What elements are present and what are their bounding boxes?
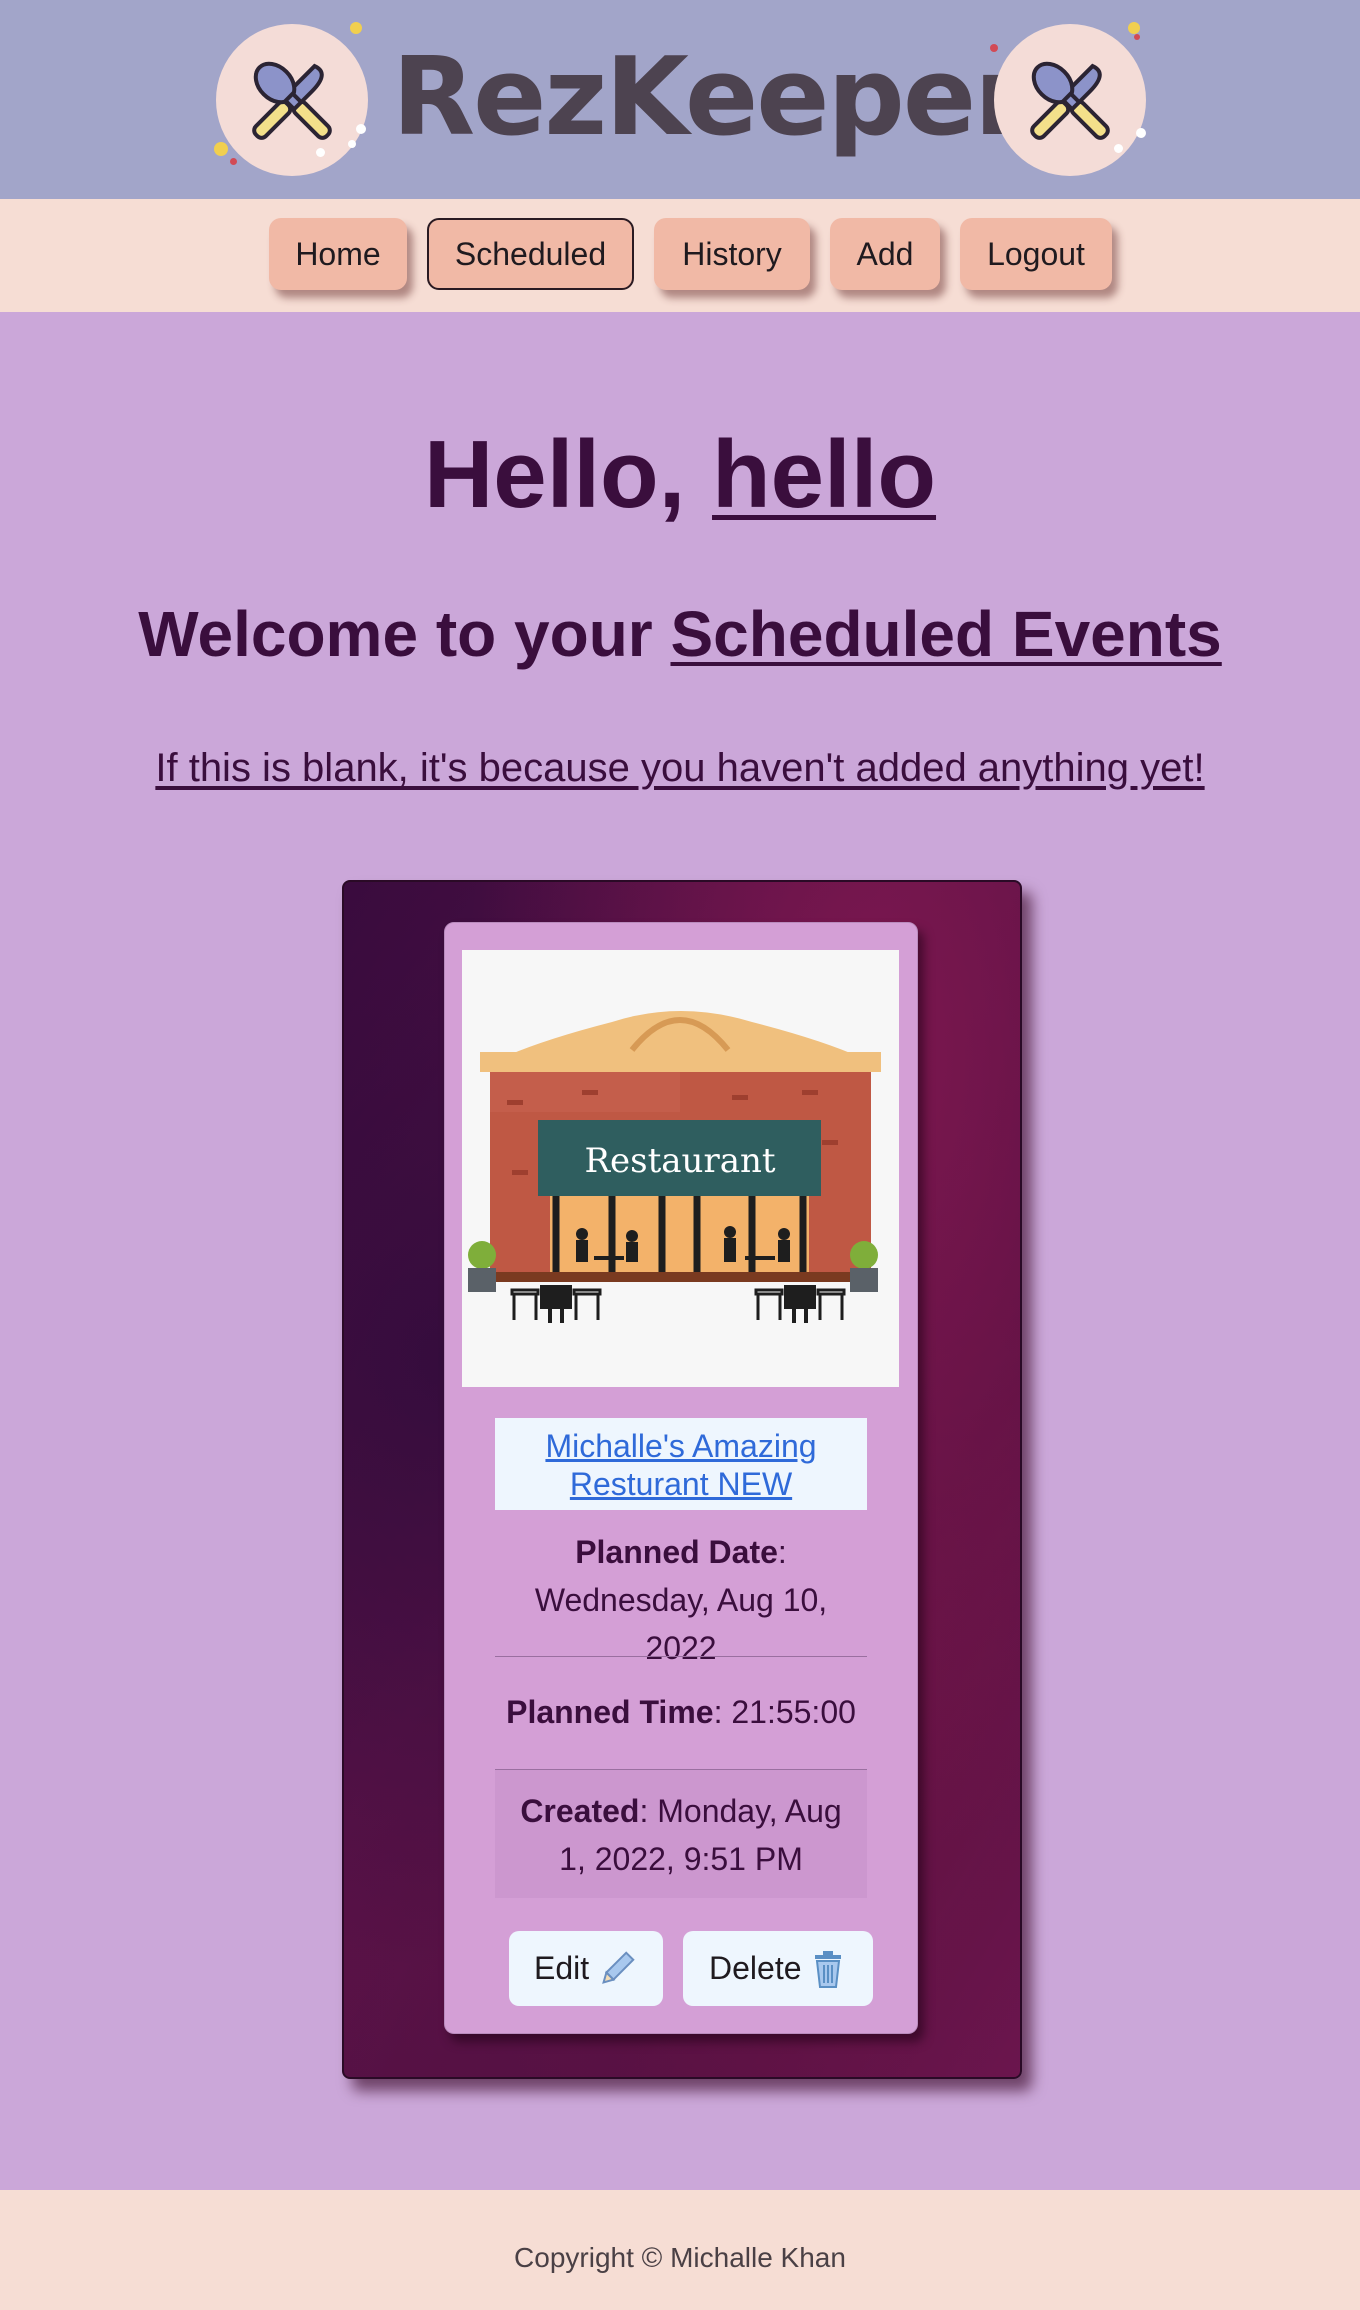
brand-title: RezKeeper <box>392 35 1027 160</box>
delete-button[interactable]: Delete <box>683 1931 873 2006</box>
crossed-knife-spoon-icon <box>252 61 332 140</box>
created-date: Created: Monday, Aug 1, 2022, 9:51 PM <box>520 1793 842 1877</box>
copyright-text: Copyright © Michalle Khan <box>514 2242 846 2273</box>
divider <box>495 1656 867 1657</box>
pencil-icon <box>602 1951 635 1984</box>
username: hello <box>712 421 937 528</box>
trash-icon <box>815 1951 841 1988</box>
nav-scheduled-button[interactable]: Scheduled <box>427 218 634 290</box>
restaurant-name-link[interactable]: Michalle's Amazing Resturant NEW <box>495 1418 867 1510</box>
planned-date: Planned Date: Wednesday, Aug 10, 2022 <box>534 1534 828 1666</box>
planned-date-label: Planned Date <box>575 1534 778 1570</box>
logo-right <box>990 22 1146 176</box>
crossed-knife-spoon-icon <box>1030 61 1110 140</box>
delete-label: Delete <box>709 1950 802 1986</box>
edit-button[interactable]: Edit <box>509 1931 663 2006</box>
planned-time-value: 21:55:00 <box>731 1694 856 1730</box>
planned-time-label: Planned Time <box>506 1694 714 1730</box>
planned-time: Planned Time: 21:55:00 <box>506 1694 856 1730</box>
nav-logout-button[interactable]: Logout <box>960 218 1112 290</box>
nav-history-button[interactable]: History <box>654 218 810 290</box>
welcome-prefix: Welcome to your <box>138 598 671 670</box>
nav-home-button[interactable]: Home <box>269 218 407 290</box>
greeting-heading: Hello, hello <box>0 410 1360 540</box>
nav-add-button[interactable]: Add <box>830 218 940 290</box>
edit-label: Edit <box>534 1950 590 1986</box>
planned-date-value: Wednesday, Aug 10, 2022 <box>534 1582 828 1666</box>
welcome-highlight: Scheduled Events <box>670 598 1222 670</box>
greeting-prefix: Hello, <box>423 421 713 528</box>
restaurant-sign-text: Restaurant <box>584 1141 775 1181</box>
logo-left <box>214 22 368 176</box>
restaurant-image: Restaurant <box>462 950 899 1387</box>
welcome-heading: Welcome to your Scheduled Events <box>0 594 1360 674</box>
created-label: Created <box>520 1793 640 1829</box>
blank-note: If this is blank, it's because you haven… <box>155 746 1205 790</box>
